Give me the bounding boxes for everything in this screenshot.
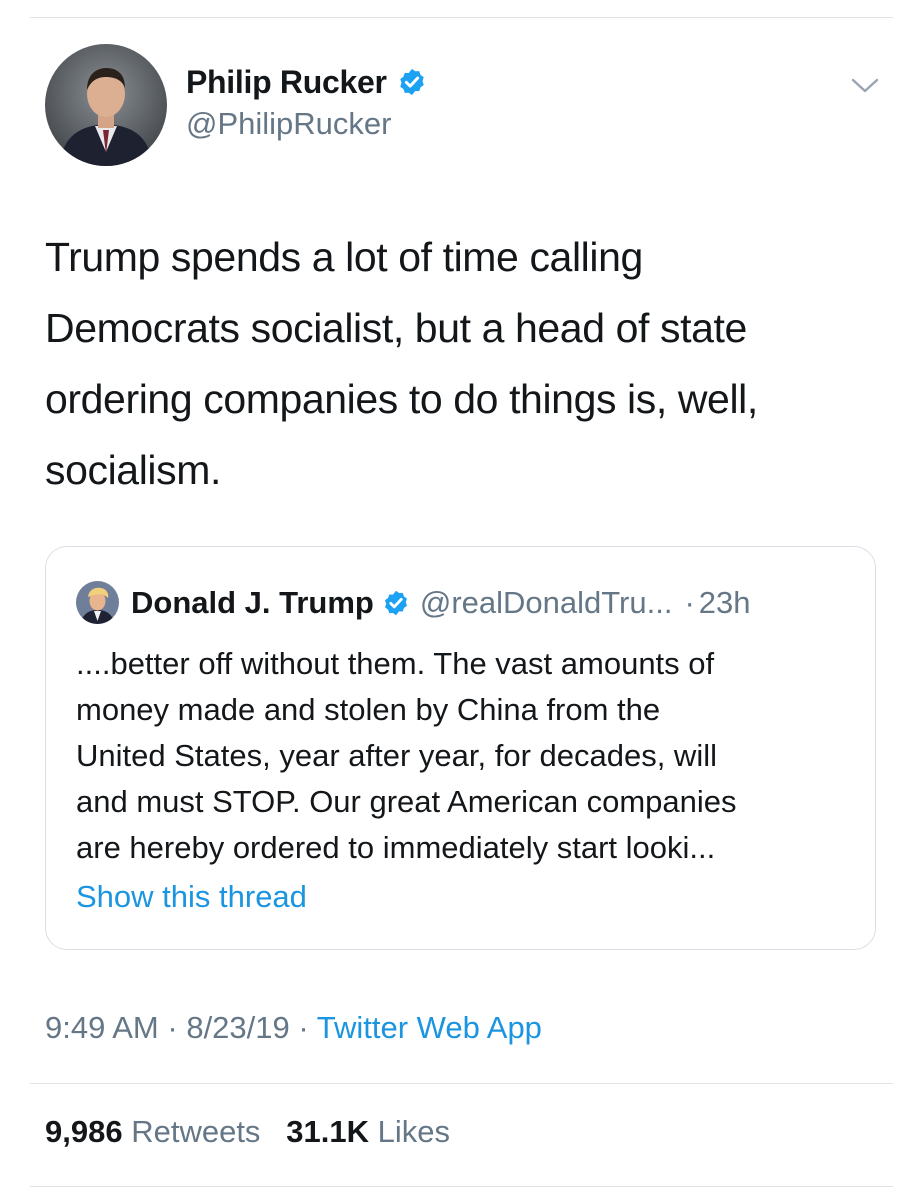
retweets-stat[interactable]: 9,986 Retweets	[45, 1114, 269, 1149]
stats-divider	[30, 1186, 893, 1187]
retweets-count: 9,986	[45, 1114, 123, 1149]
quoted-verified-badge-icon	[382, 589, 410, 617]
quoted-author-photo-icon	[76, 581, 119, 624]
quoted-text-line: are hereby ordered to immediately start …	[76, 830, 716, 865]
tweet-time[interactable]: 9:49 AM	[45, 1010, 159, 1045]
quoted-author-handle[interactable]: @realDonaldTru...	[420, 585, 673, 621]
quoted-tweet-text: ....better off without them. The vast am…	[76, 641, 866, 871]
quoted-time-separator: ·	[684, 584, 695, 620]
likes-label: Likes	[377, 1114, 451, 1149]
tweet-text-line: ordering companies to do things is, well…	[45, 376, 758, 422]
quoted-author-display-name[interactable]: Donald J. Trump	[131, 585, 374, 621]
author-block[interactable]: Philip Rucker @PhilipRucker	[186, 62, 427, 142]
verified-badge-icon	[397, 67, 427, 97]
likes-count: 31.1K	[286, 1114, 370, 1149]
quoted-text-line: ....better off without them. The vast am…	[76, 646, 715, 681]
tweet-source-link[interactable]: Twitter Web App	[317, 1010, 542, 1045]
quoted-text-line: United States, year after year, for deca…	[76, 738, 717, 773]
tweet-text: Trump spends a lot of time calling Democ…	[45, 222, 895, 506]
quoted-timestamp[interactable]: 23h	[699, 585, 751, 621]
tweet-text-line: Democrats socialist, but a head of state	[45, 305, 747, 351]
top-divider	[30, 17, 893, 18]
tweet-menu-button[interactable]	[848, 74, 882, 98]
likes-stat[interactable]: 31.1K Likes	[286, 1114, 450, 1149]
retweets-label: Retweets	[131, 1114, 261, 1149]
author-display-name[interactable]: Philip Rucker	[186, 64, 387, 101]
tweet-meta-row: 9:49 AM · 8/23/19 · Twitter Web App	[45, 1010, 542, 1046]
quoted-tweet-header: Donald J. Trump @realDonaldTru... · 23h	[76, 581, 751, 624]
quoted-tweet-card[interactable]: Donald J. Trump @realDonaldTru... · 23h …	[45, 546, 876, 950]
show-thread-link[interactable]: Show this thread	[76, 879, 307, 915]
author-avatar[interactable]	[45, 44, 167, 166]
meta-divider	[30, 1083, 893, 1084]
quoted-text-line: money made and stolen by China from the	[76, 692, 661, 727]
meta-separator: ·	[298, 1010, 309, 1045]
tweet-date[interactable]: 8/23/19	[186, 1010, 289, 1045]
quoted-author-avatar	[76, 581, 119, 624]
meta-separator: ·	[167, 1010, 178, 1045]
author-photo-icon	[45, 44, 167, 166]
quoted-text-line: and must STOP. Our great American compan…	[76, 784, 737, 819]
author-handle[interactable]: @PhilipRucker	[186, 106, 427, 142]
tweet-stats-row: 9,986 Retweets 31.1K Likes	[45, 1114, 450, 1150]
chevron-down-icon	[851, 78, 879, 93]
tweet-text-line: Trump spends a lot of time calling	[45, 234, 643, 280]
author-name-row: Philip Rucker	[186, 62, 427, 102]
tweet-text-line: socialism.	[45, 447, 221, 493]
